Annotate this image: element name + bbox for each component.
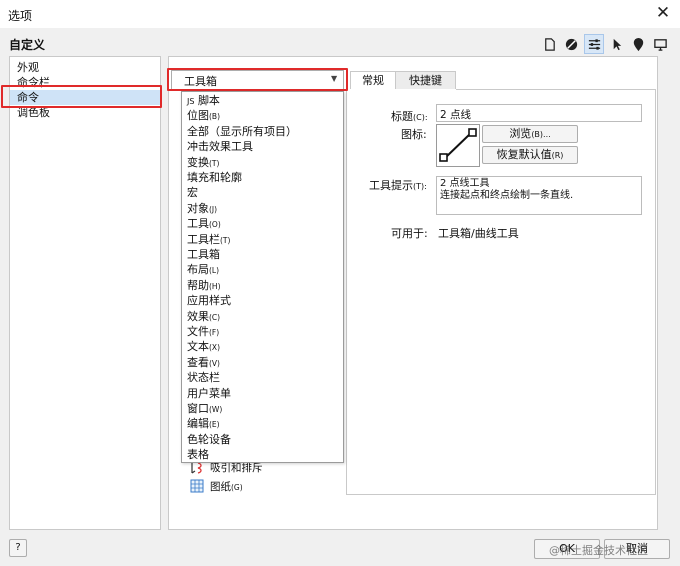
dropdown-item[interactable]: 宏 bbox=[187, 185, 198, 200]
dropdown-item[interactable]: 工具栏(T) bbox=[187, 232, 230, 247]
highlight-box-combo bbox=[167, 68, 348, 91]
dropdown-item[interactable]: 对象(J) bbox=[187, 201, 217, 216]
available-value: 工具箱/曲线工具 bbox=[438, 227, 519, 240]
title-bar bbox=[0, 0, 680, 28]
dropdown-item[interactable]: 文件(F) bbox=[187, 324, 219, 339]
title-label: 标题(C): bbox=[391, 110, 428, 123]
dropdown-item[interactable]: 查看(V) bbox=[187, 355, 220, 370]
dropdown-item[interactable]: 表格 bbox=[187, 447, 209, 462]
dropdown-item[interactable]: JS 脚本 bbox=[187, 93, 220, 108]
dropdown-item[interactable]: 状态栏 bbox=[187, 370, 220, 385]
tooltip-label: 工具提示(T): bbox=[369, 179, 427, 192]
dropdown-item[interactable]: 帮助(H) bbox=[187, 278, 221, 293]
location-pin-icon[interactable] bbox=[629, 35, 647, 53]
dropdown-item[interactable]: 工具(O) bbox=[187, 216, 221, 231]
dropdown-item[interactable]: 文本(X) bbox=[187, 339, 220, 354]
dropdown-item[interactable]: 用户菜单 bbox=[187, 386, 231, 401]
close-icon[interactable]: ✕ bbox=[652, 3, 674, 25]
pointer-icon[interactable] bbox=[607, 35, 625, 53]
window-title: 选项 bbox=[8, 9, 33, 23]
dropdown-item[interactable]: 效果(C) bbox=[187, 309, 220, 324]
section-title: 自定义 bbox=[9, 38, 46, 52]
category-list: 外观 命令栏 命令 调色板 bbox=[9, 56, 161, 530]
graph-paper-icon bbox=[190, 479, 204, 493]
color-wheel-icon[interactable] bbox=[562, 35, 580, 53]
watermark: @稀土掘金技术社区 bbox=[549, 544, 648, 557]
dropdown-item[interactable]: 窗口(W) bbox=[187, 401, 222, 416]
monitor-icon[interactable] bbox=[651, 35, 669, 53]
two-point-line-icon bbox=[439, 128, 477, 162]
attract-repel-icon bbox=[191, 462, 202, 474]
icon-label: 图标: bbox=[401, 128, 427, 141]
tab-shortcut-keys[interactable]: 快捷键 bbox=[396, 71, 456, 89]
help-button[interactable]: ? bbox=[9, 539, 27, 557]
icon-preview bbox=[436, 124, 480, 167]
dropdown-item[interactable]: 冲击效果工具 bbox=[187, 139, 253, 154]
restore-default-button[interactable]: 恢复默认值(R) bbox=[482, 146, 578, 164]
dropdown-item[interactable]: 应用样式 bbox=[187, 293, 231, 308]
tab-general[interactable]: 常规 bbox=[350, 71, 396, 89]
dropdown-item[interactable]: 位图(B) bbox=[187, 108, 220, 123]
nav-item-appearance[interactable]: 外观 bbox=[10, 60, 160, 75]
dropdown-item[interactable]: 全部（显示所有项目） bbox=[187, 124, 297, 139]
sliders-icon[interactable] bbox=[584, 34, 604, 54]
title-input[interactable]: 2 点线 bbox=[436, 104, 642, 122]
tree-item-graph-paper[interactable]: 图纸(G) bbox=[210, 479, 243, 494]
page-icon[interactable] bbox=[540, 35, 558, 53]
dropdown-item[interactable]: 工具箱 bbox=[187, 247, 220, 262]
dropdown-item[interactable]: 编辑(E) bbox=[187, 416, 220, 431]
tooltip-textarea[interactable]: 2 点线工具 连接起点和终点绘制一条直线. bbox=[436, 176, 642, 215]
dropdown-item[interactable]: 填充和轮廓 bbox=[187, 170, 242, 185]
dropdown-item[interactable]: 布局(L) bbox=[187, 262, 219, 277]
browse-button[interactable]: 浏览(B)... bbox=[482, 125, 578, 143]
highlight-box-commands bbox=[1, 85, 162, 108]
dropdown-item[interactable]: 色轮设备 bbox=[187, 432, 231, 447]
dropdown-item[interactable]: 变换(T) bbox=[187, 155, 219, 170]
tab-divider bbox=[456, 89, 656, 90]
available-label: 可用于: bbox=[391, 227, 428, 240]
